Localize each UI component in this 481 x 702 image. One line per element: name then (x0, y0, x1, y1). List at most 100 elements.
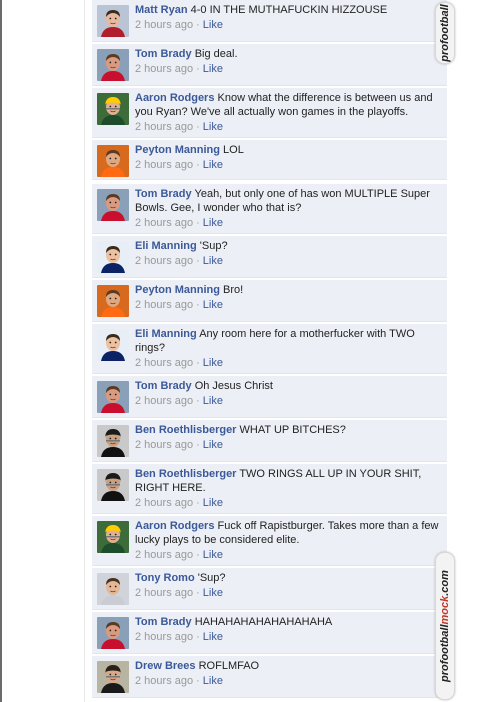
avatar-eye (109, 585, 112, 588)
avatar-eye (109, 437, 112, 440)
avatar-eye (109, 629, 112, 632)
avatar-image (97, 661, 129, 693)
avatar[interactable] (97, 617, 129, 649)
avatar-eye (114, 673, 117, 676)
avatar[interactable] (97, 329, 129, 361)
like-link[interactable]: Like (203, 63, 223, 75)
like-link[interactable]: Like (203, 631, 223, 643)
avatar[interactable] (97, 661, 129, 693)
comment: Ben Roethlisberger TWO RINGS ALL UP IN Y… (92, 464, 447, 514)
comment-meta: 2 hours ago · Like (135, 216, 441, 230)
like-link[interactable]: Like (203, 395, 223, 407)
comment-author[interactable]: Peyton Manning (135, 284, 220, 296)
like-link[interactable]: Like (203, 549, 223, 561)
like-link[interactable]: Like (203, 587, 223, 599)
like-link[interactable]: Like (203, 439, 223, 451)
comment-author[interactable]: Tom Brady (135, 188, 192, 200)
comment-text: ROFLMFAO (198, 660, 260, 672)
avatar[interactable] (97, 241, 129, 273)
watermark-accent: mock (439, 595, 451, 625)
like-link[interactable]: Like (203, 357, 223, 369)
comment-author[interactable]: Aaron Rodgers (135, 92, 214, 104)
comment-meta: 2 hours ago · Like (135, 120, 441, 134)
avatar[interactable] (97, 93, 129, 125)
avatar[interactable] (97, 49, 129, 81)
comment-author[interactable]: Aaron Rodgers (135, 520, 214, 532)
avatar[interactable] (97, 381, 129, 413)
separator-dot: · (196, 631, 200, 643)
avatar-image (97, 5, 129, 37)
like-link[interactable]: Like (203, 299, 223, 311)
avatar[interactable] (97, 5, 129, 37)
avatar[interactable] (97, 145, 129, 177)
avatar-eye (114, 201, 117, 204)
comment-author[interactable]: Matt Ryan (135, 4, 188, 16)
comment-text: LOL (223, 144, 244, 156)
comment-author[interactable]: Drew Brees (135, 660, 196, 672)
like-link[interactable]: Like (203, 19, 223, 31)
separator-dot: · (196, 395, 200, 407)
separator-dot: · (196, 63, 200, 75)
avatar-image (97, 425, 129, 457)
timestamp: 2 hours ago (135, 675, 194, 687)
avatar[interactable] (97, 425, 129, 457)
avatar-eye (114, 585, 117, 588)
avatar-eye (109, 17, 112, 20)
comment: Tony Romo 'Sup? 2 hours ago · Like (92, 568, 447, 610)
comment: Aaron Rodgers Know what the difference i… (92, 88, 447, 138)
avatar-eye (114, 157, 117, 160)
like-link[interactable]: Like (203, 675, 223, 687)
comment: Drew Brees ROFLMFAO 2 hours ago · Like (92, 656, 447, 698)
timestamp: 2 hours ago (135, 255, 194, 267)
separator-dot: · (196, 121, 200, 133)
separator-dot: · (196, 497, 200, 509)
comment-author[interactable]: Ben Roethlisberger (135, 468, 236, 480)
avatar-facemask (106, 536, 120, 538)
avatar-eye (109, 157, 112, 160)
avatar[interactable] (97, 469, 129, 501)
like-link[interactable]: Like (203, 121, 223, 133)
comment-author[interactable]: Tom Brady (135, 380, 192, 392)
comment-meta: 2 hours ago · Like (135, 438, 441, 452)
like-link[interactable]: Like (203, 159, 223, 171)
comment-author[interactable]: Ben Roethlisberger (135, 424, 236, 436)
comment-meta: 2 hours ago · Like (135, 496, 441, 510)
comment: Aaron Rodgers Fuck off Rapistburger. Tak… (92, 516, 447, 566)
watermark-suffix: .com (439, 570, 451, 596)
comment-text: Bro! (223, 284, 244, 296)
watermark-prefix: profootball (439, 4, 451, 62)
avatar[interactable] (97, 521, 129, 553)
avatar[interactable] (97, 573, 129, 605)
avatar-eye (109, 341, 112, 344)
avatar-image (97, 381, 129, 413)
avatar-eye (114, 393, 117, 396)
comment-meta: 2 hours ago · Like (135, 630, 441, 644)
comment-text: Oh Jesus Christ (194, 380, 273, 392)
timestamp: 2 hours ago (135, 299, 194, 311)
avatar-eye (114, 437, 117, 440)
timestamp: 2 hours ago (135, 497, 194, 509)
comment-author[interactable]: Eli Manning (135, 328, 197, 340)
comment: Peyton Manning LOL 2 hours ago · Like (92, 140, 447, 180)
avatar[interactable] (97, 285, 129, 317)
avatar-eye (114, 481, 117, 484)
timestamp: 2 hours ago (135, 587, 194, 599)
like-link[interactable]: Like (203, 497, 223, 509)
comment-author[interactable]: Eli Manning (135, 240, 197, 252)
timestamp: 2 hours ago (135, 19, 194, 31)
like-link[interactable]: Like (203, 217, 223, 229)
watermark-prefix: profootball (439, 624, 451, 682)
comment-author[interactable]: Peyton Manning (135, 144, 220, 156)
like-link[interactable]: Like (203, 255, 223, 267)
avatar[interactable] (97, 189, 129, 221)
separator-dot: · (196, 357, 200, 369)
separator-dot: · (196, 217, 200, 229)
comment-author[interactable]: Tony Romo (135, 572, 195, 584)
avatar-image (97, 469, 129, 501)
comment-meta: 2 hours ago · Like (135, 394, 441, 408)
comment-author[interactable]: Tom Brady (135, 616, 192, 628)
avatar-image (97, 329, 129, 361)
comment-text: WHAT UP BITCHES? (239, 424, 346, 436)
comment-author[interactable]: Tom Brady (135, 48, 192, 60)
comment-text: HAHAHAHAHAHAHAHAHA (194, 616, 333, 628)
